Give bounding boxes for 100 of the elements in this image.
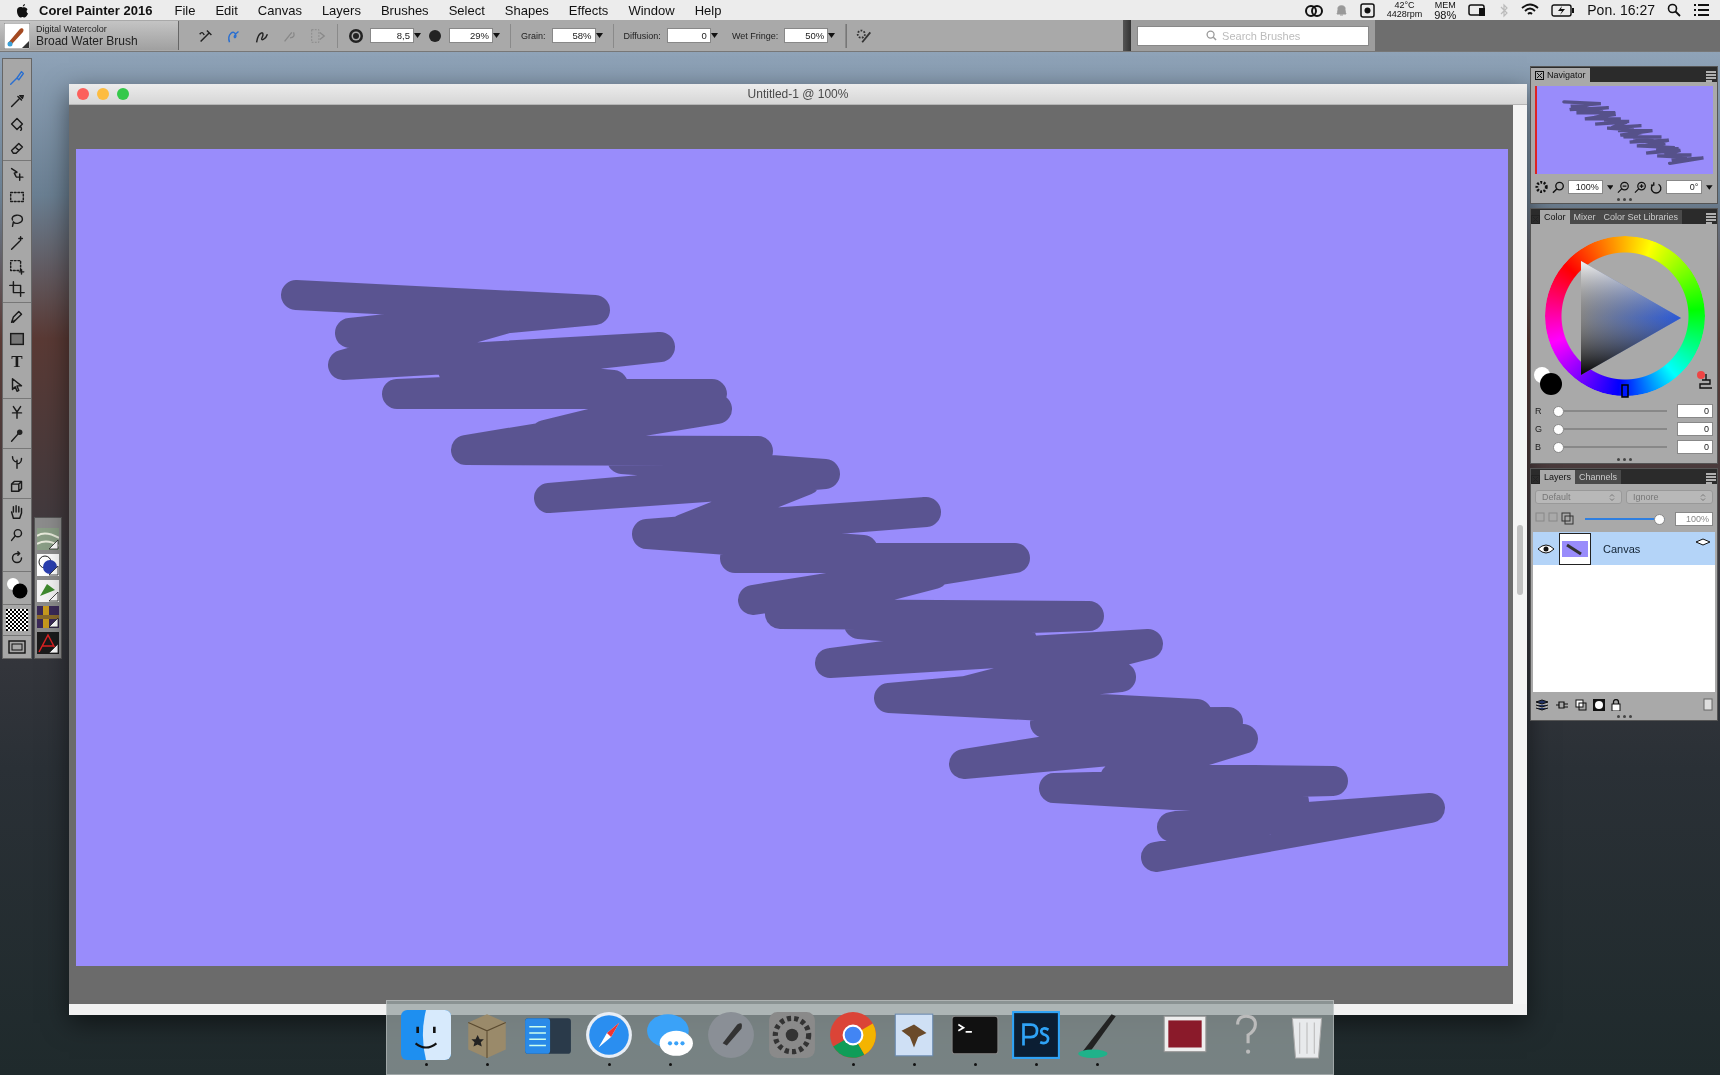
menu-item[interactable]: Window [618, 2, 685, 18]
magnifier-icon[interactable] [1552, 180, 1565, 194]
wand-tool-icon[interactable] [8, 234, 26, 252]
diffusion-field[interactable]: 0 [666, 28, 711, 43]
search-icon [1206, 30, 1218, 41]
mask-icon[interactable] [1593, 698, 1605, 711]
menu-item[interactable]: Help [684, 2, 732, 18]
apple-logo-icon[interactable] [16, 2, 29, 18]
rotate-icon[interactable] [1649, 180, 1663, 194]
app-name-menu[interactable]: Corel Painter 2016 [29, 2, 165, 18]
saturation-value-triangle[interactable] [1581, 261, 1681, 375]
color-swatches-icon[interactable] [1533, 366, 1563, 396]
finder-app-icon[interactable] [401, 1009, 451, 1060]
opacity-field[interactable]: 100% [1675, 512, 1713, 526]
clock[interactable]: Pon. 16:27 [1587, 2, 1655, 18]
dropdown-arrow-icon[interactable] [1606, 184, 1614, 190]
panel-tab[interactable]: Channels [1575, 470, 1622, 484]
opacity-field[interactable]: 29% [449, 28, 493, 43]
swatch-icon[interactable] [37, 528, 59, 550]
opacity-icon [427, 27, 443, 44]
lock-icon[interactable] [1611, 698, 1621, 711]
zoom-field[interactable]: 100% [1568, 180, 1603, 194]
rotation-field[interactable]: 0° [1666, 180, 1703, 194]
memory-label: MEM [1434, 0, 1456, 10]
swatch-icon[interactable] [37, 580, 59, 602]
channel-label: R [1535, 406, 1543, 416]
fan-speed-reading: 4428rpm [1386, 10, 1423, 19]
hue-marker-icon[interactable] [1621, 384, 1629, 398]
layer-name: Canvas [1603, 542, 1642, 555]
panel-menu-icon[interactable] [1705, 70, 1717, 82]
photoshop-app-icon[interactable] [1011, 1009, 1061, 1060]
wet-fringe-field[interactable]: 50% [784, 28, 829, 43]
cloud-icon[interactable] [1304, 3, 1323, 17]
fan-icon[interactable] [1359, 2, 1375, 18]
wet-fringe-label: Wet Fringe: [731, 30, 779, 41]
gear-icon[interactable] [1535, 180, 1549, 194]
swatch-icon[interactable] [37, 606, 59, 628]
bucket-tool-icon[interactable] [8, 115, 26, 133]
menu-item[interactable]: Select [438, 2, 495, 18]
screen-mode-icon[interactable] [8, 640, 26, 654]
layers-stack-icon[interactable] [1535, 698, 1549, 711]
duplicate-icon[interactable] [1575, 698, 1587, 711]
safari-app-icon[interactable] [584, 1009, 634, 1060]
text-tool[interactable]: T [11, 353, 23, 371]
menu-item[interactable]: Effects [558, 2, 619, 18]
zoom-in-icon[interactable] [1633, 180, 1646, 194]
swatch-icon[interactable] [37, 554, 59, 576]
list-icon[interactable] [1693, 4, 1710, 16]
memory-reading: 98% [1434, 9, 1457, 20]
panel-tab[interactable]: Color Set Libraries [1599, 210, 1683, 224]
menu-item[interactable]: Edit [205, 2, 248, 18]
lasso-tool-icon[interactable] [8, 211, 26, 229]
brush-selector[interactable]: Digital Watercolor Broad Water Brush [0, 21, 179, 50]
trash-icon[interactable] [1703, 698, 1713, 711]
settings-app-icon[interactable] [767, 1009, 817, 1060]
checker-pattern-icon[interactable] [6, 609, 28, 631]
menu-item[interactable]: Layers [311, 2, 371, 18]
grain-field[interactable]: 58% [551, 28, 596, 43]
close-icon[interactable] [1535, 70, 1544, 80]
menu-item[interactable]: Canvas [247, 2, 312, 18]
rect-tool-icon[interactable] [8, 330, 26, 348]
vertical-scrollbar[interactable] [1513, 105, 1527, 1004]
transform-tool-icon[interactable] [8, 257, 26, 275]
panel-tab[interactable]: Color [1540, 210, 1570, 224]
menu-item[interactable]: Brushes [370, 2, 439, 18]
brush-variant-icon[interactable] [4, 22, 30, 49]
grain-label: Grain: [521, 30, 546, 41]
wifi-icon[interactable] [1521, 3, 1540, 17]
channel-value-field[interactable]: 0 [1677, 422, 1713, 436]
channel-label: G [1535, 424, 1543, 434]
menu-item[interactable]: File [164, 2, 206, 18]
color-stamp-icon[interactable] [1695, 370, 1715, 390]
chrome-app-icon[interactable] [828, 1009, 878, 1060]
layer-options-icon[interactable] [1535, 512, 1575, 526]
layer-row[interactable]: Canvas [1533, 532, 1715, 565]
color-swatches-icon[interactable] [5, 576, 29, 600]
launchpad-app-icon[interactable] [706, 1009, 756, 1060]
panel-tab[interactable]: Layers [1540, 470, 1575, 484]
plug-icon[interactable] [1555, 698, 1569, 711]
channel-label: B [1535, 442, 1542, 452]
crop-tool-icon[interactable] [8, 280, 26, 298]
menu-item[interactable]: Shapes [494, 2, 559, 18]
dropper-tool-icon[interactable] [8, 92, 26, 110]
diffusion-label: Diffusion: [623, 30, 661, 41]
panel-menu-icon[interactable] [1705, 472, 1717, 484]
panel-tab[interactable]: Mixer [1569, 210, 1600, 224]
layer-shape-icon[interactable] [1695, 538, 1711, 546]
panel-menu-icon[interactable] [1705, 212, 1717, 224]
dropdown-arrow-icon[interactable] [1706, 184, 1713, 190]
move-tool-icon[interactable] [8, 165, 26, 183]
temperature-reading: 42°C [1394, 1, 1415, 10]
search-icon[interactable] [1667, 3, 1681, 17]
window-title: Untitled-1 @ 100% [747, 87, 849, 101]
channel-value-field[interactable]: 0 [1677, 440, 1713, 454]
swatch-icon[interactable] [37, 632, 59, 654]
battery-icon[interactable] [1551, 3, 1576, 17]
eye-icon[interactable] [1537, 542, 1555, 555]
zoom-out-icon[interactable] [1617, 180, 1630, 194]
size-field[interactable]: 8,5 [370, 28, 414, 43]
channel-value-field[interactable]: 0 [1677, 404, 1713, 418]
